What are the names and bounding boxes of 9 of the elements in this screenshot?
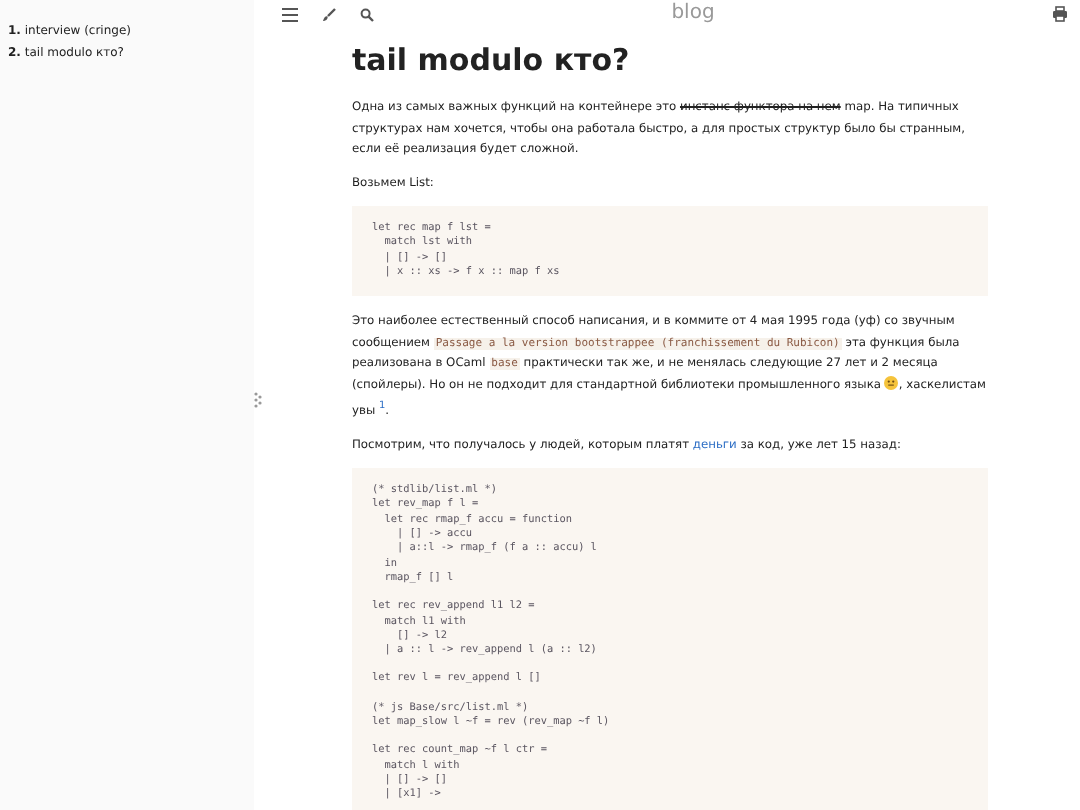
drag-handle-icon[interactable] [254, 391, 262, 407]
brush-icon[interactable] [322, 7, 336, 21]
article-title: tail modulo кто? [352, 40, 632, 80]
menu-icon[interactable] [282, 7, 298, 21]
search-icon[interactable] [360, 7, 374, 21]
blog-title: blog [671, 0, 715, 28]
footnote-link[interactable]: 1 [378, 400, 386, 413]
smiley-icon [884, 375, 899, 390]
printer-icon[interactable] [1052, 6, 1068, 22]
